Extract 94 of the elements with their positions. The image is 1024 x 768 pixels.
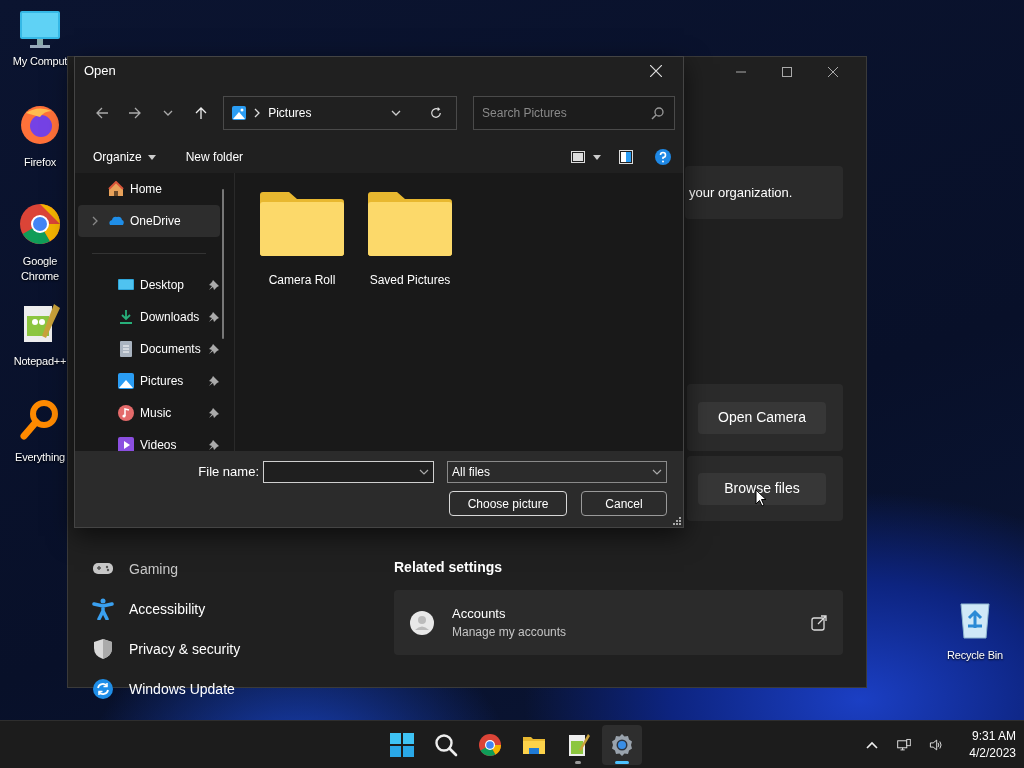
house-icon — [108, 181, 124, 197]
folder-icon[interactable] — [367, 191, 453, 257]
forward-arrow-icon — [127, 106, 142, 120]
pin-icon — [208, 439, 220, 451]
music-note-icon — [118, 405, 134, 421]
search-icon — [434, 733, 458, 757]
taskbar-app-button[interactable] — [602, 725, 642, 765]
navigation-item[interactable]: Home — [78, 173, 220, 205]
related-setting-card[interactable]: Accounts Manage my accounts — [394, 590, 843, 655]
close-icon — [828, 67, 838, 77]
navigation-item[interactable]: Pictures — [78, 365, 220, 397]
browse-files-button[interactable]: Browse files — [698, 472, 826, 505]
maximize-icon — [782, 67, 792, 77]
clock-time[interactable]: 9:31 AM — [971, 728, 1016, 745]
help-icon — [655, 149, 671, 165]
navigation-item[interactable]: Desktop — [78, 269, 220, 301]
cancel-button[interactable]: Cancel — [581, 491, 667, 516]
chrome-logo-icon[interactable] — [18, 202, 62, 246]
picture-icon — [232, 106, 247, 120]
pin-icon — [208, 343, 220, 355]
search-icon — [651, 106, 666, 120]
pin-icon — [208, 407, 220, 419]
setting-title: Accounts — [452, 604, 507, 623]
desktop-icon-label: Recycle Bin — [947, 648, 1003, 663]
sync-icon — [92, 678, 114, 700]
preview-pane-button[interactable] — [619, 150, 633, 164]
pin-icon — [208, 375, 220, 387]
notepad-icon — [566, 733, 590, 757]
chevron-down-icon — [652, 467, 662, 477]
file-name-combobox[interactable] — [263, 461, 434, 483]
chrome-logo-icon — [478, 733, 502, 757]
shield-icon — [92, 638, 114, 660]
open-camera-button[interactable]: Open Camera — [698, 401, 826, 434]
navigation-item[interactable]: Downloads — [78, 301, 220, 333]
desktop-icon-label: Google Chrome — [20, 254, 60, 284]
person-icon — [92, 598, 114, 620]
desktop-icon-label: Everything — [15, 450, 65, 465]
expand-chevron-icon[interactable] — [92, 216, 98, 226]
clock-date[interactable]: 4/2/2023 — [969, 745, 1016, 762]
setting-subtitle: Manage my accounts — [452, 624, 568, 642]
folder-icon[interactable] — [259, 191, 345, 257]
path-segment[interactable]: Pictures — [268, 104, 383, 122]
view-icon — [571, 151, 585, 163]
new-folder-button[interactable]: New folder — [185, 148, 244, 166]
settings-nav-item[interactable]: Gaming — [129, 558, 179, 580]
document-icon — [118, 341, 134, 357]
resize-grip-icon[interactable] — [673, 517, 681, 525]
scrollbar-thumb[interactable] — [222, 189, 224, 339]
search-field[interactable]: Search Pictures — [473, 96, 676, 130]
navigation-item[interactable]: OneDrive — [78, 205, 220, 237]
close-icon — [650, 65, 662, 77]
pin-icon — [208, 311, 220, 323]
refresh-icon — [430, 106, 443, 120]
desktop-icon-label: Notepad++ — [13, 354, 67, 369]
desktop-icon — [118, 277, 134, 293]
desktop-icon-label: My Comput — [12, 54, 68, 69]
settings-nav-item[interactable]: Privacy & security — [129, 638, 241, 660]
dropdown-arrow-icon — [593, 154, 601, 160]
running-indicator — [575, 761, 581, 764]
external-link-icon — [811, 614, 827, 631]
dialog-title: Open — [84, 62, 116, 81]
description-text: your organization. — [689, 183, 793, 202]
folder-name[interactable]: Saved Pictures — [369, 271, 451, 289]
section-heading: Related settings — [394, 558, 504, 577]
address-bar[interactable]: Pictures — [223, 96, 458, 130]
pin-icon — [208, 279, 220, 291]
file-type-dropdown[interactable]: All files — [447, 461, 667, 483]
windows-logo-icon — [390, 733, 414, 757]
desktop-icon-label: Firefox — [23, 155, 57, 170]
network-icon — [897, 736, 912, 754]
picture-icon — [118, 373, 134, 389]
speaker-icon — [929, 736, 944, 754]
settings-nav-item[interactable]: Windows Update — [129, 678, 235, 700]
navigation-item[interactable]: Documents — [78, 333, 220, 365]
help-button[interactable] — [655, 149, 671, 165]
choose-picture-button[interactable]: Choose picture — [449, 491, 567, 516]
user-avatar-icon — [410, 610, 434, 635]
view-options-button[interactable] — [571, 151, 601, 163]
back-arrow-icon — [94, 106, 109, 120]
breadcrumb-separator-icon — [254, 108, 261, 118]
organize-menu-button[interactable]: Organize — [93, 148, 156, 166]
running-indicator — [615, 761, 629, 764]
preview-pane-icon — [619, 150, 633, 164]
field-label: File name: — [198, 463, 259, 482]
navigation-item[interactable]: Videos — [78, 429, 220, 451]
gear-icon — [610, 733, 634, 757]
video-icon — [118, 437, 134, 451]
settings-nav-item[interactable]: Accessibility — [129, 598, 206, 620]
up-arrow-icon — [193, 106, 208, 120]
download-icon — [118, 309, 134, 325]
folder-name[interactable]: Camera Roll — [268, 271, 336, 289]
navigation-item[interactable]: Music — [78, 397, 220, 429]
dropdown-arrow-icon — [147, 154, 156, 160]
chevron-down-icon — [419, 467, 429, 477]
